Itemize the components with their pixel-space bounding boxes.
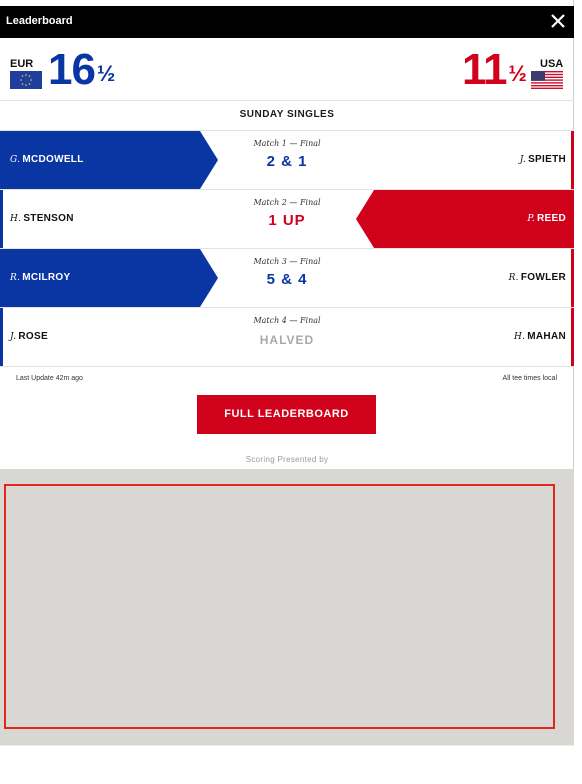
scoring-presented-by: Scoring Presented by [245,455,329,464]
score-header: EUR 16½ 11½ USA [0,38,574,101]
match-row[interactable]: G. MCDOWELL Match 1 — Final 2 & 1 J. SPIET… [0,131,574,190]
left-player: G. MCDOWELL [10,154,84,165]
close-icon[interactable] [548,10,568,32]
right-player: R. FOWLER [508,272,566,283]
leaderboard-panel: Leaderboard EUR 16½ 11½ USA SUNDAY SINGL… [0,0,574,784]
eur-edge [0,308,3,366]
tee-times-note: All tee times local [502,375,557,382]
section-title: SUNDAY SINGLES [0,101,574,131]
eur-score-fraction: ½ [96,61,115,86]
match-row[interactable]: R. MCILROY Match 3 — Final 5 & 4 R. FOWLER [0,249,574,308]
usa-score-whole: 11 [462,45,508,94]
window-title: Leaderboard [6,15,73,27]
match-row[interactable]: J. ROSE Match 4 — Final HALVED H. MAHAN [0,308,574,367]
usa-team-code: USA [540,58,564,70]
match-row[interactable]: H. STENSON Match 2 — Final 1 UP P. REED [0,190,574,249]
left-player: H. STENSON [10,213,74,224]
us-flag-icon [531,71,563,89]
eur-score: 16½ [48,45,115,94]
match-label: Match 2 — Final [253,198,321,207]
right-player: H. MAHAN [513,331,566,342]
eur-score-whole: 16 [48,45,96,94]
usa-score: 11½ [462,45,527,94]
last-update-text: Last Update 42m ago [16,375,83,382]
eur-team-code: EUR [10,58,34,70]
scrollbar-gutter [574,0,582,784]
right-player: J. SPIETH [519,154,566,165]
title-bar: Leaderboard [0,6,574,38]
eur-edge [0,190,3,248]
right-player: P. REED [527,213,566,224]
eu-flag-icon [10,71,42,89]
match-label: Match 3 — Final [253,257,321,266]
full-leaderboard-button[interactable]: FULL LEADERBOARD [197,395,376,434]
match-result: 1 UP [268,212,306,229]
bottom-bar [0,745,574,784]
left-player: J. ROSE [10,331,48,342]
sponsor-ad-slot[interactable] [4,484,555,729]
match-label: Match 4 — Final [253,316,321,325]
match-result: 2 & 1 [266,153,308,170]
usa-score-fraction: ½ [508,61,527,86]
match-result: HALVED [259,333,315,347]
left-player: R. MCILROY [10,272,71,283]
match-result: 5 & 4 [266,271,308,288]
match-label: Match 1 — Final [253,139,321,148]
